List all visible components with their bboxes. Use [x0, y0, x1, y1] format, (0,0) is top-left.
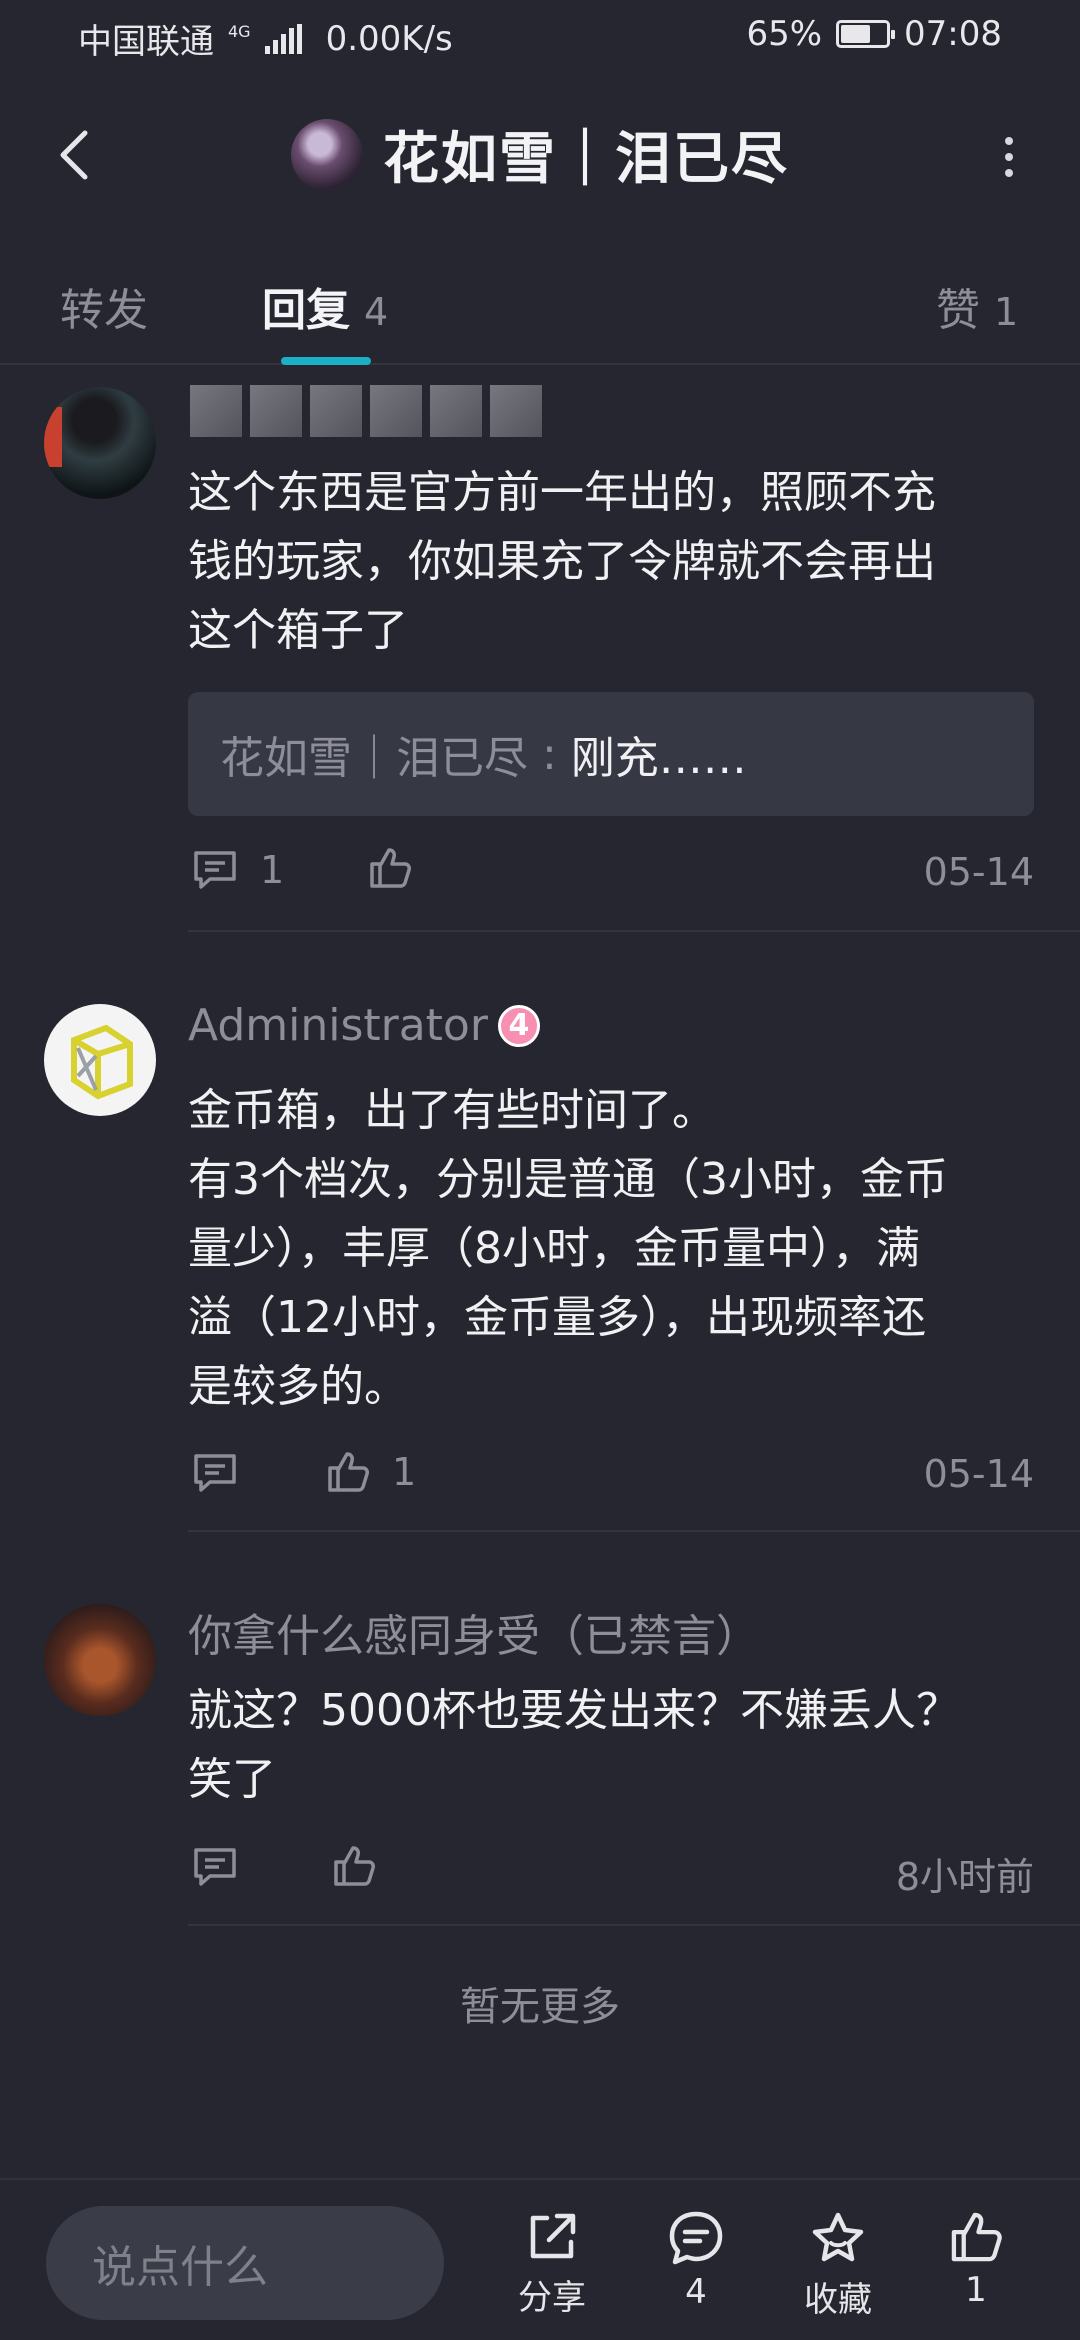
comment-time: 05-14 [923, 1452, 1034, 1496]
commenter-name-obscured[interactable] [190, 385, 542, 437]
reply-action[interactable] [192, 1452, 238, 1494]
comment-text: 这个东西是官方前一年出的，照顾不充 钱的玩家，你如果充了令牌就不会再出 这个箱子… [188, 458, 1048, 665]
comment-line: 量少），丰厚（8小时，金币量中），满 [188, 1223, 920, 1274]
quote-message: 刚充…… [570, 733, 747, 784]
like-count: 1 [392, 1450, 417, 1494]
level-badge: 4 [497, 1004, 540, 1047]
comment-line: 溢（12小时，金币量多），出现频率还 [188, 1292, 926, 1343]
share-icon [530, 2213, 576, 2259]
comment-line: 金币箱，出了有些时间了。 [188, 1085, 716, 1136]
battery-percent: 65% [746, 14, 823, 54]
like-button[interactable]: 1 [926, 2210, 1026, 2310]
star-icon [812, 2212, 864, 2262]
tab-repost[interactable]: 转发 [60, 274, 148, 338]
tab-reply-label: 回复 [262, 285, 350, 336]
comment-line: 是较多的。 [188, 1361, 408, 1412]
status-left: 中国联通 4G 0.00K/s [78, 14, 453, 63]
comment-icon [194, 1848, 236, 1886]
commenter-avatar[interactable] [44, 1604, 156, 1716]
comment-text: 就这？5000杯也要发出来？不嫌丢人？ 笑了 [188, 1676, 1048, 1814]
comment-count: 4 [685, 2272, 707, 2312]
reply-action[interactable]: 1 [192, 848, 284, 892]
tab-repost-label: 转发 [60, 285, 148, 336]
end-of-list-label: 暂无更多 [460, 1984, 620, 2030]
thumbs-up-icon [328, 1452, 369, 1492]
commenter-name[interactable]: Administrator 4 [188, 1000, 540, 1051]
comment-bubble-icon [669, 2211, 723, 2265]
battery-icon [836, 20, 896, 48]
commenter-avatar[interactable] [44, 387, 156, 499]
like-action[interactable]: 1 [326, 1450, 416, 1494]
comment-input-placeholder: 说点什么 [92, 2242, 268, 2293]
commenter-name[interactable]: 你拿什么感同身受（已禁言） [188, 1600, 760, 1664]
quote-author: 花如雪｜泪已尽 [220, 733, 528, 784]
comment-line: 这个箱子了 [188, 605, 408, 656]
network-type: 4G [228, 21, 251, 41]
comment-divider [188, 930, 1080, 932]
active-tab-indicator [281, 357, 371, 365]
more-vertical-icon [1005, 137, 1013, 145]
tab-reply[interactable]: 回复 4 [262, 274, 388, 338]
reply-action[interactable] [192, 1846, 238, 1888]
share-label: 分享 [518, 2278, 586, 2318]
favorite-label: 收藏 [804, 2280, 872, 2320]
thumbs-up-icon [951, 2212, 1002, 2262]
like-action[interactable] [368, 846, 412, 890]
comment-line: 有3个档次，分别是普通（3小时，金币 [188, 1154, 948, 1205]
status-bar: 中国联通 4G 0.00K/s 65% 07:08 [0, 0, 1080, 72]
tab-likes-label: 赞 [936, 285, 980, 336]
status-right: 65% 07:08 [746, 14, 1002, 54]
comment-text: 金币箱，出了有些时间了。 有3个档次，分别是普通（3小时，金币 量少），丰厚（8… [188, 1076, 1048, 1421]
commenter-avatar[interactable] [44, 1004, 156, 1116]
more-options-button[interactable] [974, 122, 1044, 192]
comment-line: 这个东西是官方前一年出的，照顾不充 [188, 467, 936, 518]
comment-line: 就这？5000杯也要发出来？不嫌丢人？ [188, 1685, 960, 1736]
comment-line: 钱的玩家，你如果充了令牌就不会再出 [188, 536, 936, 587]
clock: 07:08 [904, 14, 1002, 54]
tab-reply-count: 4 [364, 290, 389, 334]
like-action[interactable] [332, 1844, 376, 1888]
reply-count: 1 [260, 848, 285, 892]
page-title: 花如雪｜泪已尽 [383, 127, 789, 192]
bottom-action-bar: 说点什么 分享 4 收藏 1 [0, 2178, 1080, 2340]
box-logo-icon [71, 1024, 133, 1100]
thumbs-up-icon [334, 1846, 375, 1886]
network-speed: 0.00K/s [325, 18, 453, 59]
favorite-button[interactable]: 收藏 [788, 2210, 888, 2321]
comment-time: 05-14 [923, 850, 1034, 894]
share-button[interactable]: 分享 [502, 2210, 602, 2319]
comment-line: 笑了 [188, 1754, 276, 1805]
top-app-bar: 花如雪｜泪已尽 [0, 100, 1080, 210]
title-group: 花如雪｜泪已尽 [0, 114, 1080, 195]
comment-icon [194, 1454, 236, 1492]
quote-separator: : [528, 728, 571, 780]
tab-likes[interactable]: 赞 1 [936, 274, 1018, 338]
like-count: 1 [965, 2270, 987, 2310]
comment-input[interactable]: 说点什么 [46, 2206, 444, 2320]
quoted-reply[interactable]: 花如雪｜泪已尽 : 刚充…… [188, 692, 1034, 816]
thumbs-up-icon [370, 848, 411, 888]
tab-bar: 转发 回复 4 赞 1 [0, 250, 1080, 365]
carrier-label: 中国联通 [78, 22, 214, 62]
comment-divider [188, 1924, 1080, 1926]
signal-icon [264, 23, 302, 54]
author-avatar[interactable] [291, 118, 363, 191]
comment-time: 8小时前 [895, 1855, 1034, 1899]
commenter-name-text: Administrator [188, 1000, 488, 1051]
comment-divider [188, 1530, 1080, 1532]
comments-button[interactable]: 4 [646, 2210, 746, 2312]
comment-icon [194, 851, 236, 889]
tab-likes-count: 1 [994, 290, 1019, 334]
